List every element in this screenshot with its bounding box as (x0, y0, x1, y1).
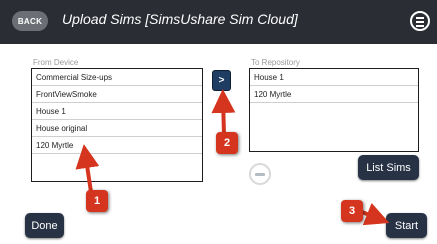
callout-arrow-3 (361, 202, 390, 226)
callout-arrows (75, 89, 390, 226)
callout-badge-2: 2 (216, 132, 238, 154)
callout-badge-1: 1 (86, 190, 108, 212)
callout-badge-3: 3 (341, 200, 363, 222)
callout-arrow-1 (75, 144, 100, 193)
callout-arrow-2 (211, 89, 236, 136)
upload-sims-screen: BACK Upload Sims [SimsUshare Sim Cloud] … (0, 0, 437, 244)
